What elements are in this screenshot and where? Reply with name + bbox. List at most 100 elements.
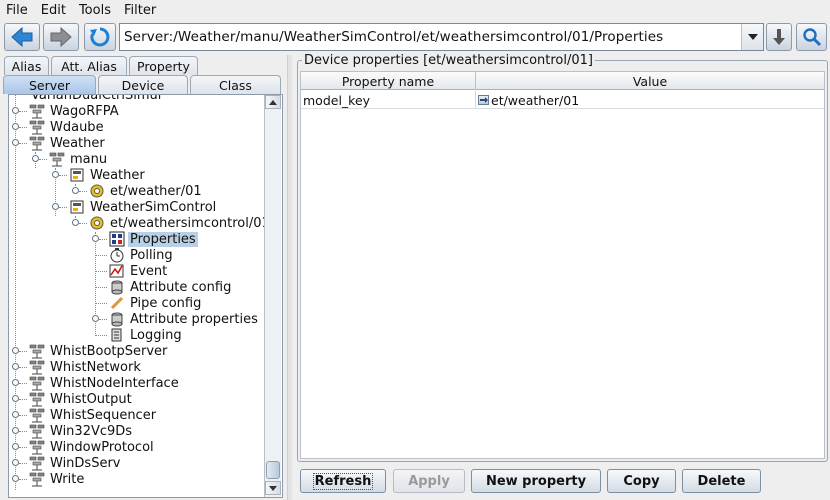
- cell-property-name[interactable]: model_key: [301, 91, 476, 109]
- tree-node-whistsequencer[interactable]: WhistSequencer: [29, 407, 158, 423]
- dropdown-icon: [747, 34, 758, 40]
- tab-property[interactable]: Property: [129, 56, 198, 75]
- device-icon: [89, 183, 105, 199]
- apply-button[interactable]: Apply: [393, 469, 465, 493]
- expand-toggle[interactable]: [72, 187, 79, 194]
- tree-node-wdaube[interactable]: Wdaube: [29, 119, 106, 135]
- apply-label: Apply: [408, 473, 450, 489]
- tree-node-whistbootpserver[interactable]: WhistBootpServer: [29, 343, 169, 359]
- tree-node-windsserv[interactable]: WinDsServ: [29, 455, 123, 471]
- tree-node-label: Wdaube: [50, 119, 104, 135]
- tree-scrollbar[interactable]: [264, 95, 281, 497]
- tree-node-win32vc9ds[interactable]: Win32Vc9Ds: [29, 423, 134, 439]
- expand-toggle[interactable]: [92, 235, 99, 242]
- tree-node-attribute-properties[interactable]: Attribute properties: [109, 311, 260, 327]
- copy-button[interactable]: Copy: [607, 469, 676, 493]
- cell-value[interactable]: et/weather/01: [476, 91, 824, 109]
- properties-table[interactable]: Property name Value model_key et/weather…: [300, 71, 825, 459]
- tree-node-weather[interactable]: Weather: [69, 167, 147, 183]
- tree-node-wagorfpa[interactable]: WagoRFPA: [29, 103, 121, 119]
- device-tree[interactable]: VarianDualCtrlSimul WagoRFPA Wdaube Weathe…: [8, 94, 283, 498]
- splitter[interactable]: [287, 55, 292, 500]
- tree-node-label: et/weather/01: [110, 183, 202, 199]
- server-icon: [29, 119, 45, 135]
- tree-node-manu[interactable]: manu: [49, 151, 109, 167]
- tree-node-label: Win32Vc9Ds: [50, 423, 133, 439]
- props-icon: [109, 231, 125, 247]
- tree-node-server[interactable]: VarianDualCtrlSimul: [29, 95, 163, 103]
- menu-tools[interactable]: Tools: [79, 3, 111, 18]
- tree-node-whistnodeinterface[interactable]: WhistNodeInterface: [29, 375, 181, 391]
- tree-node-label: Weather: [90, 167, 145, 183]
- tree-node-weather[interactable]: Weather: [29, 135, 107, 151]
- table-row[interactable]: model_key et/weather/01: [301, 91, 824, 109]
- column-header-property-name[interactable]: Property name: [301, 72, 476, 90]
- tree-node-event[interactable]: Event: [109, 263, 169, 279]
- tab-class[interactable]: Class: [190, 75, 281, 94]
- expand-toggle[interactable]: [12, 459, 19, 466]
- expand-toggle[interactable]: [32, 155, 39, 162]
- tree-node-properties[interactable]: Properties: [109, 231, 198, 247]
- scroll-down-button[interactable]: [265, 481, 281, 495]
- refresh-button[interactable]: [84, 23, 116, 51]
- tab-server[interactable]: Server: [3, 75, 96, 94]
- tab-alias[interactable]: Alias: [4, 56, 49, 75]
- expand-toggle[interactable]: [52, 203, 59, 210]
- expand-toggle[interactable]: [12, 427, 19, 434]
- tree-node-et-weathersimcontrol-01[interactable]: et/weathersimcontrol/01: [89, 215, 272, 231]
- tree-node-windowprotocol[interactable]: WindowProtocol: [29, 439, 156, 455]
- tree-node-pipe-config[interactable]: Pipe config: [109, 295, 203, 311]
- expand-toggle[interactable]: [12, 475, 19, 482]
- expand-toggle[interactable]: [92, 315, 99, 322]
- tab-att-alias[interactable]: Att. Alias: [51, 56, 127, 75]
- tree-node-logging[interactable]: Logging: [109, 327, 184, 343]
- tree-node-whistoutput[interactable]: WhistOutput: [29, 391, 134, 407]
- scroll-up-button[interactable]: [265, 95, 281, 109]
- column-header-value[interactable]: Value: [476, 72, 824, 90]
- expand-toggle[interactable]: [72, 219, 79, 226]
- menu-filter[interactable]: Filter: [124, 3, 156, 18]
- tree-node-polling[interactable]: Polling: [109, 247, 175, 263]
- tree-node-et-weather-01[interactable]: et/weather/01: [89, 183, 204, 199]
- event-icon: [109, 263, 125, 279]
- address-text: Server:/Weather/manu/WeatherSimControl/e…: [124, 29, 664, 45]
- panel-title: Device properties [et/weathersimcontrol/…: [302, 53, 595, 68]
- expand-toggle[interactable]: [12, 379, 19, 386]
- expand-toggle[interactable]: [52, 171, 59, 178]
- forward-button[interactable]: [43, 23, 79, 51]
- address-bar[interactable]: Server:/Weather/manu/WeatherSimControl/e…: [119, 23, 764, 51]
- expand-toggle[interactable]: [12, 123, 19, 130]
- tree-node-label: Properties: [128, 231, 198, 247]
- edit-icon[interactable]: [478, 95, 489, 105]
- new-property-button[interactable]: New property: [471, 469, 601, 493]
- tree-node-whistnetwork[interactable]: WhistNetwork: [29, 359, 143, 375]
- download-button[interactable]: [766, 23, 792, 51]
- tree-node-label: WhistNodeInterface: [50, 375, 179, 391]
- address-dropdown[interactable]: [741, 24, 763, 50]
- tab-device[interactable]: Device: [98, 75, 188, 94]
- tree-node-weathersimcontrol[interactable]: WeatherSimControl: [69, 199, 218, 215]
- search-button[interactable]: [796, 23, 827, 51]
- back-button[interactable]: [4, 23, 40, 51]
- server-icon: [49, 151, 65, 167]
- expand-toggle[interactable]: [12, 395, 19, 402]
- tree-node-label: WeatherSimControl: [90, 199, 217, 215]
- tree-node-label: Attribute properties: [130, 311, 258, 327]
- tree-node-write[interactable]: Write: [29, 471, 86, 487]
- tree-node-attribute-config[interactable]: Attribute config: [109, 279, 233, 295]
- server-icon: [29, 439, 45, 455]
- delete-button[interactable]: Delete: [682, 469, 761, 493]
- attr-icon: [109, 279, 125, 295]
- expand-toggle[interactable]: [12, 107, 19, 114]
- tree-node-label: WhistBootpServer: [50, 343, 168, 359]
- scroll-thumb[interactable]: [266, 461, 280, 479]
- expand-toggle[interactable]: [12, 347, 19, 354]
- expand-toggle[interactable]: [12, 411, 19, 418]
- refresh-properties-button[interactable]: Refresh: [300, 469, 386, 493]
- expand-toggle[interactable]: [12, 139, 19, 146]
- expand-toggle[interactable]: [12, 363, 19, 370]
- menu-edit[interactable]: Edit: [41, 3, 66, 18]
- expand-toggle[interactable]: [12, 443, 19, 450]
- tree-node-label: WindowProtocol: [50, 439, 154, 455]
- menu-file[interactable]: File: [6, 3, 28, 18]
